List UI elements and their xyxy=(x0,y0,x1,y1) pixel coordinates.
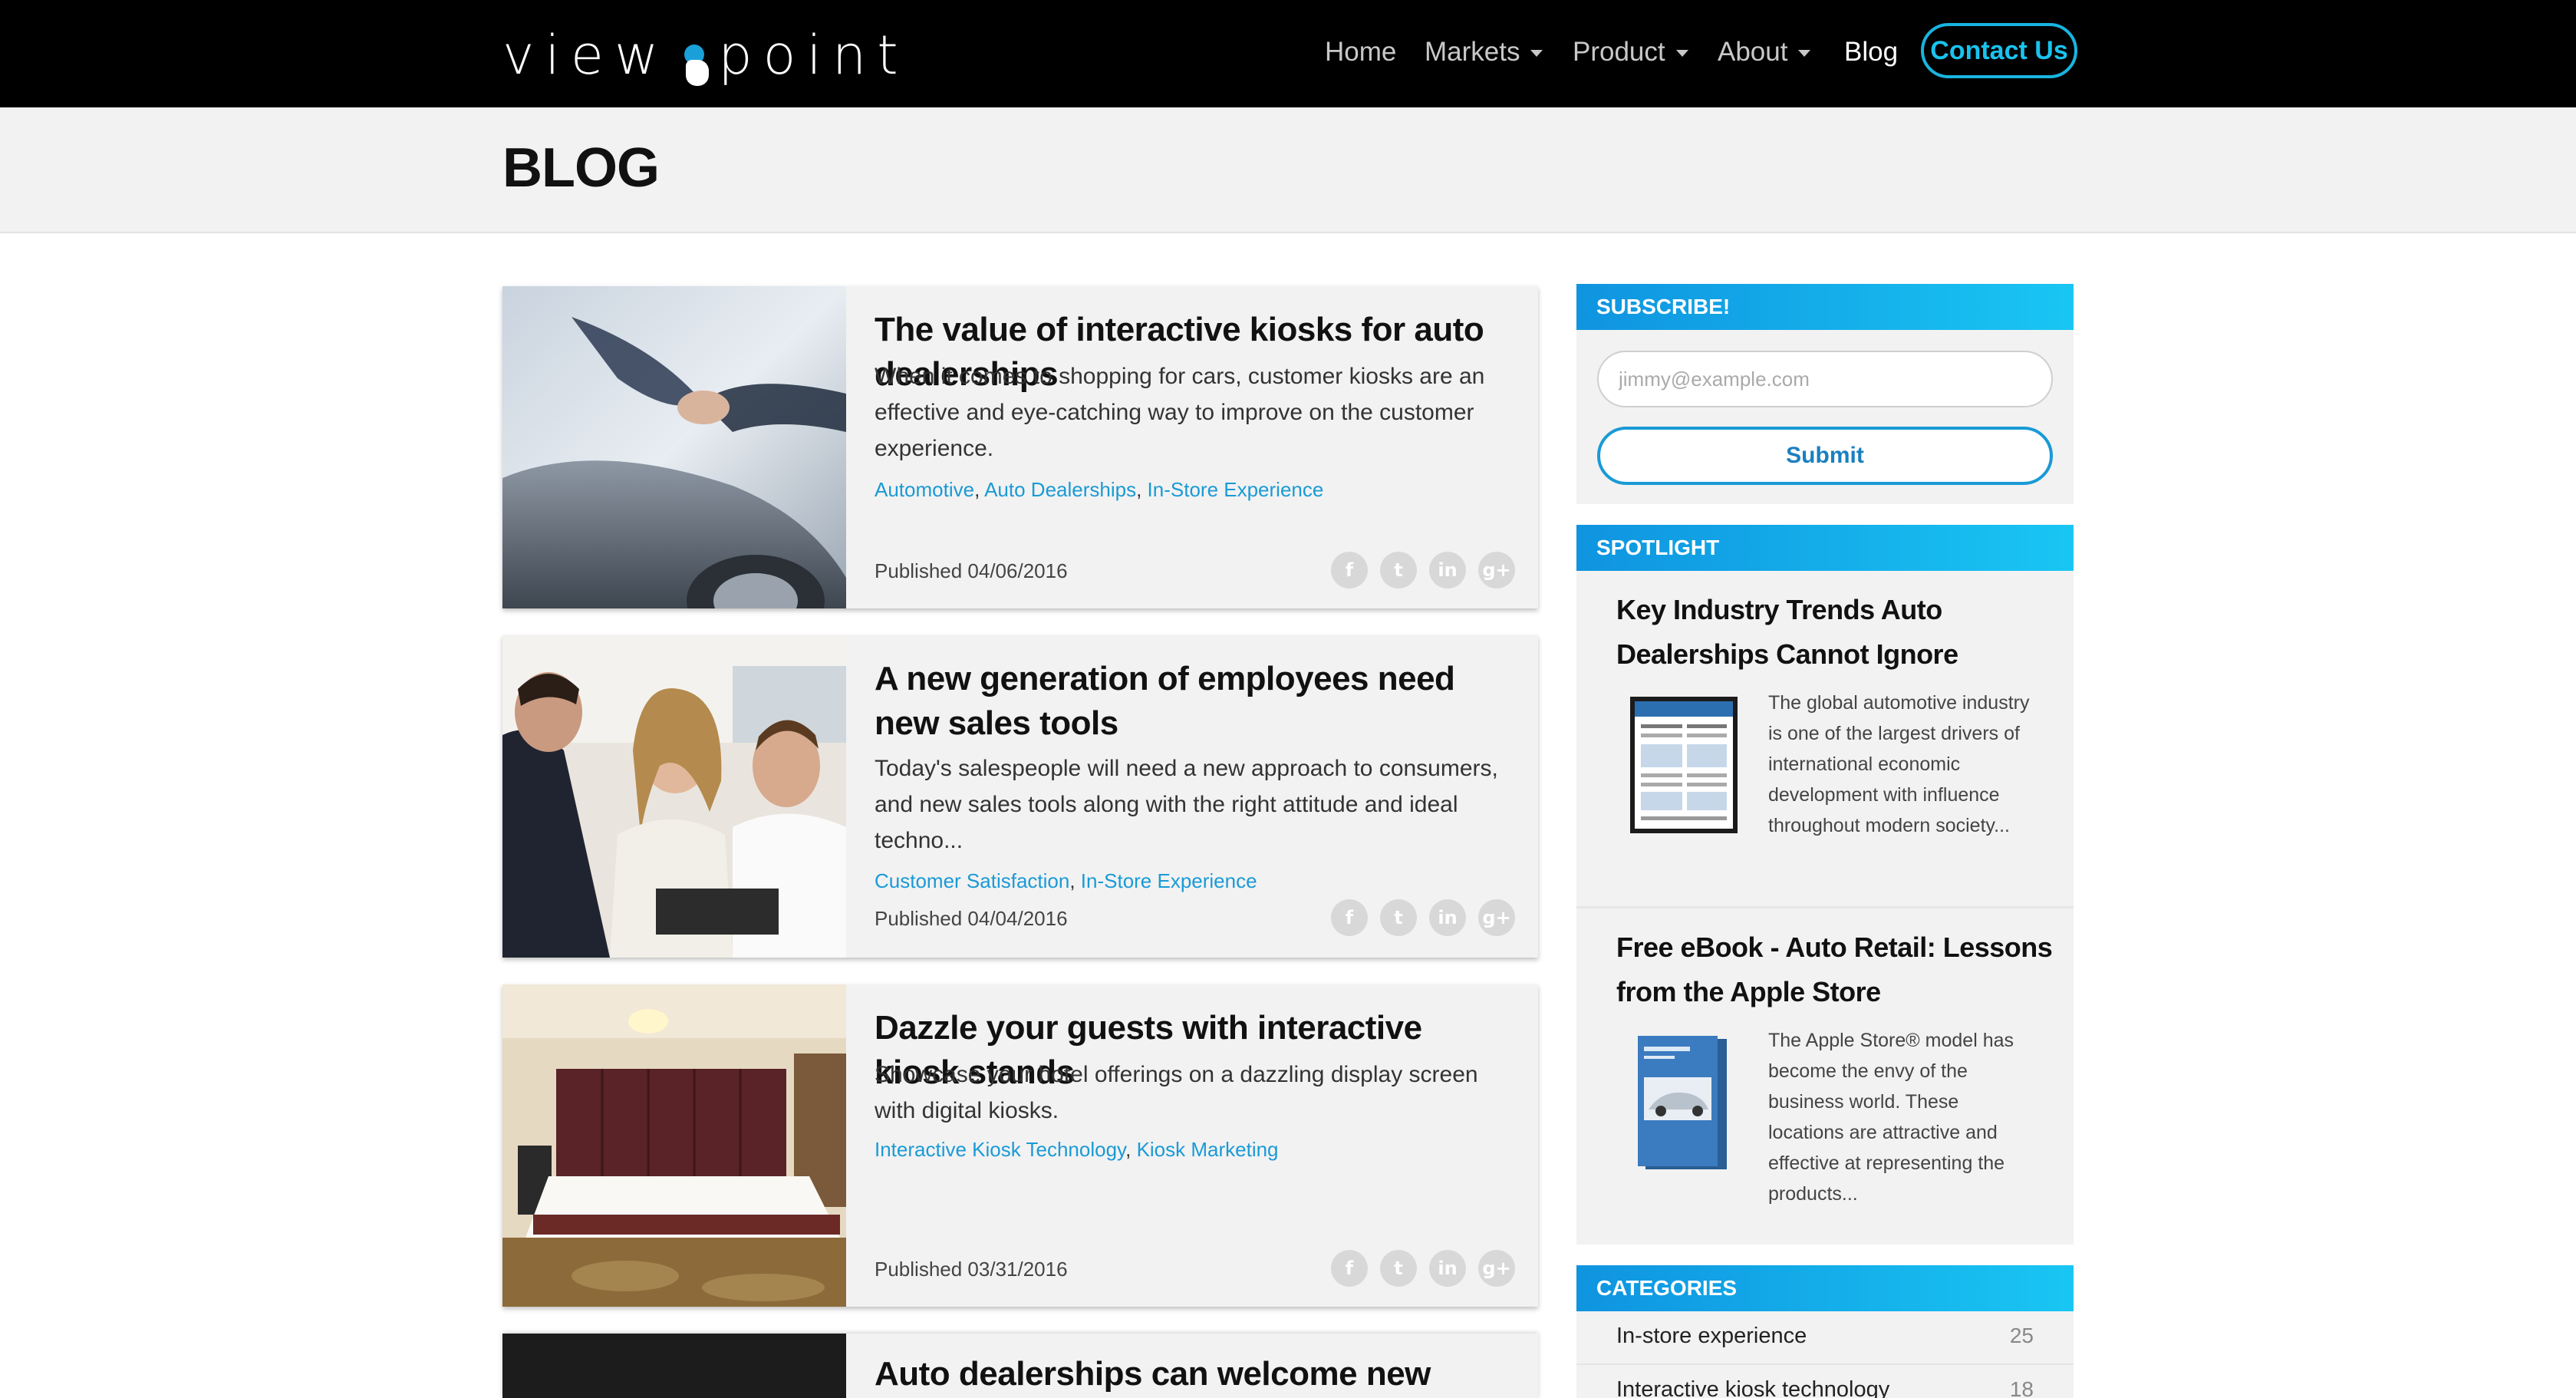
nav-home-label: Home xyxy=(1325,37,1397,67)
share-buttons: f t in g+ xyxy=(1331,899,1515,936)
blog-post-card: A new generation of employees need new s… xyxy=(502,635,1538,958)
hotel-room-photo[interactable] xyxy=(502,984,846,1307)
divider xyxy=(1576,906,2074,908)
dark-photo[interactable] xyxy=(502,1334,846,1398)
tag-link[interactable]: Automotive xyxy=(875,478,974,501)
category-item[interactable]: Interactive kiosk technology 18 xyxy=(1576,1365,2074,1398)
tag-link[interactable]: In-Store Experience xyxy=(1081,869,1257,892)
chevron-down-icon xyxy=(1675,50,1688,58)
post-date: Published 04/06/2016 xyxy=(875,559,1068,582)
google-plus-icon[interactable]: g+ xyxy=(1478,899,1515,936)
linkedin-icon[interactable]: in xyxy=(1429,899,1466,936)
nav-product-label: Product xyxy=(1573,37,1665,67)
post-body: Dazzle your guests with interactive kios… xyxy=(875,984,1515,1307)
linkedin-icon[interactable]: in xyxy=(1429,552,1466,589)
post-body: The value of interactive kiosks for auto… xyxy=(875,286,1515,608)
twitter-icon[interactable]: t xyxy=(1380,1250,1417,1287)
post-excerpt: Today's salespeople will need a new appr… xyxy=(875,756,1498,853)
blog-post-card: The value of interactive kiosks for auto… xyxy=(502,286,1538,608)
salesman-customers-photo[interactable] xyxy=(502,635,846,958)
tag-link[interactable]: In-Store Experience xyxy=(1148,478,1324,501)
logo-text-right: point xyxy=(718,24,909,87)
linkedin-icon[interactable]: in xyxy=(1429,1250,1466,1287)
twitter-icon[interactable]: t xyxy=(1380,899,1417,936)
post-tags: Automotive, Auto Dealerships, In-Store E… xyxy=(875,478,1324,501)
google-plus-icon[interactable]: g+ xyxy=(1478,1250,1515,1287)
category-label: In-store experience xyxy=(1616,1324,1807,1348)
nav-about[interactable]: About xyxy=(1718,35,1811,69)
page-title: BLOG xyxy=(502,137,660,199)
tag-link[interactable]: Interactive Kiosk Technology xyxy=(875,1138,1125,1161)
handshake-car-photo[interactable] xyxy=(502,286,846,608)
chevron-down-icon xyxy=(1798,50,1811,58)
subscribe-heading: SUBSCRIBE! xyxy=(1576,284,2074,330)
nav-blog[interactable]: Blog xyxy=(1844,35,1898,69)
ebook-cover-thumbnail xyxy=(1638,1036,1730,1175)
spotlight-heading: SPOTLIGHT xyxy=(1576,525,2074,571)
spotlight-title[interactable]: Free eBook - Auto Retail: Lessons from t… xyxy=(1616,925,2054,1014)
post-body: Auto dealerships can welcome new model y… xyxy=(875,1334,1515,1398)
categories-widget: CATEGORIES In-store experience 25 Intera… xyxy=(1576,1265,2074,1398)
category-count: 18 xyxy=(2009,1377,2034,1398)
subscribe-widget: SUBSCRIBE! Submit xyxy=(1576,284,2074,504)
spotlight-widget: SPOTLIGHT Key Industry Trends Auto Deale… xyxy=(1576,525,2074,1245)
post-excerpt: Showcase your hotel offerings on a dazzl… xyxy=(875,1062,1478,1123)
category-label: Interactive kiosk technology xyxy=(1616,1377,1890,1398)
chevron-down-icon xyxy=(1530,50,1543,58)
spotlight-text: The Apple Store® model has become the en… xyxy=(1768,1030,2014,1205)
pointer-hand-icon xyxy=(674,17,713,94)
twitter-icon[interactable]: t xyxy=(1380,552,1417,589)
spotlight-title[interactable]: Key Industry Trends Auto Dealerships Can… xyxy=(1616,588,2054,677)
post-date: Published 03/31/2016 xyxy=(875,1258,1068,1281)
nav-markets[interactable]: Markets xyxy=(1425,35,1543,69)
facebook-icon[interactable]: f xyxy=(1331,899,1368,936)
spotlight-item[interactable]: Free eBook - Auto Retail: Lessons from t… xyxy=(1576,925,2074,1205)
contact-us-button[interactable]: Contact Us xyxy=(1921,23,2077,78)
post-tags: Customer Satisfaction, In-Store Experien… xyxy=(875,869,1257,892)
post-excerpt: When it comes to shopping for cars, cust… xyxy=(875,364,1485,461)
submit-button[interactable]: Submit xyxy=(1597,427,2053,485)
nav-product[interactable]: Product xyxy=(1573,35,1688,69)
post-title-link[interactable]: Auto dealerships can welcome new model y… xyxy=(875,1352,1515,1398)
post-tags: Interactive Kiosk Technology, Kiosk Mark… xyxy=(875,1138,1279,1161)
google-plus-icon[interactable]: g+ xyxy=(1478,552,1515,589)
blog-post-card: Auto dealerships can welcome new model y… xyxy=(502,1334,1538,1398)
facebook-icon[interactable]: f xyxy=(1331,552,1368,589)
category-item[interactable]: In-store experience 25 xyxy=(1576,1311,2074,1365)
tag-link[interactable]: Kiosk Marketing xyxy=(1137,1138,1279,1161)
email-field[interactable] xyxy=(1597,351,2053,407)
nav-home[interactable]: Home xyxy=(1325,35,1396,69)
nav-blog-label: Blog xyxy=(1844,37,1899,67)
share-buttons: f t in g+ xyxy=(1331,552,1515,589)
report-document-thumbnail xyxy=(1630,697,1738,837)
categories-heading: CATEGORIES xyxy=(1576,1265,2074,1311)
tag-link[interactable]: Customer Satisfaction xyxy=(875,869,1069,892)
share-buttons: f t in g+ xyxy=(1331,1250,1515,1287)
top-navigation-bar: view point Home Markets Product About Bl… xyxy=(0,0,2576,107)
logo-text-left: view xyxy=(502,24,670,87)
spotlight-item[interactable]: Key Industry Trends Auto Dealerships Can… xyxy=(1576,588,2074,836)
post-date: Published 04/04/2016 xyxy=(875,907,1068,930)
nav-about-label: About xyxy=(1718,37,1788,67)
page-title-band: BLOG xyxy=(0,107,2576,233)
blog-post-card: Dazzle your guests with interactive kios… xyxy=(502,984,1538,1307)
category-count: 25 xyxy=(2009,1324,2034,1347)
tag-link[interactable]: Auto Dealerships xyxy=(984,478,1136,501)
viewpoint-logo[interactable]: view point xyxy=(502,17,909,94)
post-title-link[interactable]: A new generation of employees need new s… xyxy=(875,657,1515,746)
nav-markets-label: Markets xyxy=(1425,37,1520,67)
spotlight-text: The global automotive industry is one of… xyxy=(1768,692,2030,836)
post-body: A new generation of employees need new s… xyxy=(875,635,1515,958)
facebook-icon[interactable]: f xyxy=(1331,1250,1368,1287)
